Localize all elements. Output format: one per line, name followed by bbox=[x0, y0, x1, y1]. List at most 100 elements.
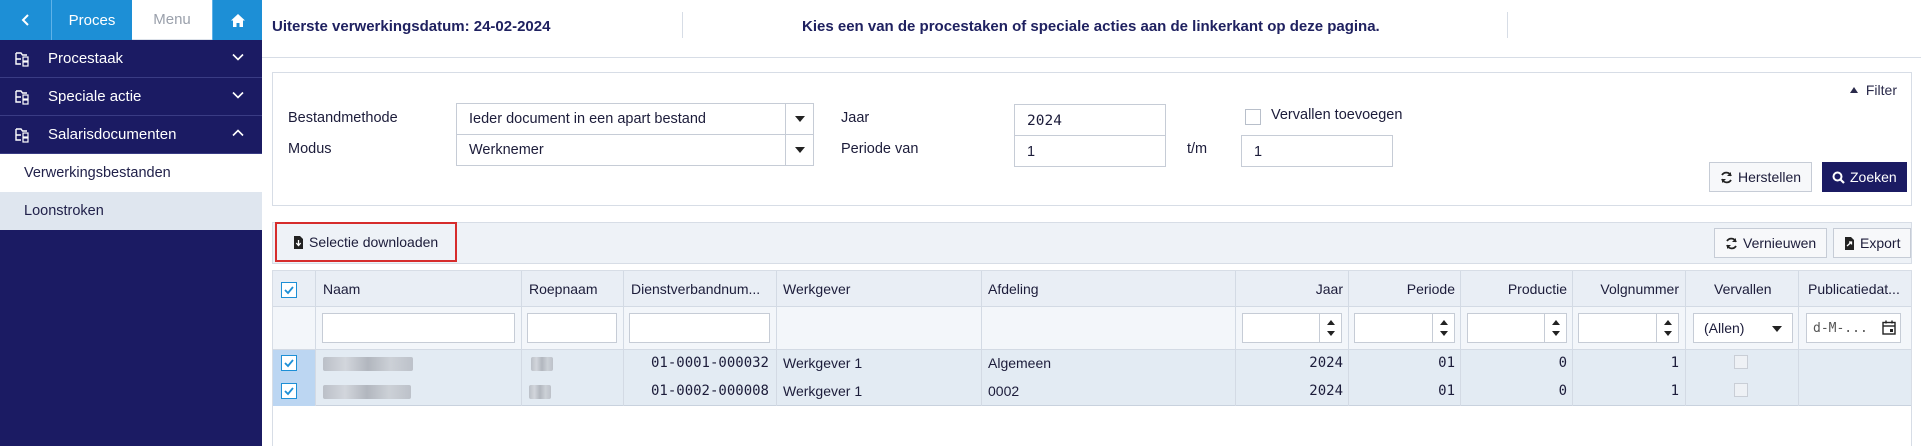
processing-deadline: Uiterste verwerkingsdatum: 24-02-2024 bbox=[272, 18, 551, 35]
periode-van-input[interactable]: 1 bbox=[1014, 135, 1166, 167]
bestandmethode-label: Bestandmethode bbox=[288, 110, 398, 126]
tm-label: t/m bbox=[1187, 141, 1208, 157]
cell-dienstverband: 01-0002-000008 bbox=[650, 383, 769, 399]
row-checkbox[interactable] bbox=[281, 383, 297, 399]
dienstverbandnummer-filter-input[interactable] bbox=[629, 313, 770, 343]
page-header: Uiterste verwerkingsdatum: 24-02-2024 Ki… bbox=[262, 0, 1921, 58]
folder-tree-icon bbox=[15, 51, 29, 67]
select-all-checkbox[interactable] bbox=[281, 282, 297, 298]
column-header-vervallen[interactable]: Vervallen bbox=[1714, 281, 1772, 297]
vervallen-label: Vervallen toevoegen bbox=[1271, 107, 1403, 123]
column-divider bbox=[776, 271, 777, 406]
cell-productie: 0 bbox=[1558, 355, 1567, 371]
column-header-publicatiedatum[interactable]: Publicatiedat... bbox=[1808, 281, 1900, 297]
dropdown-arrow-icon bbox=[1772, 326, 1782, 332]
chevron-down-icon bbox=[232, 91, 244, 99]
column-header-naam[interactable]: Naam bbox=[323, 281, 360, 297]
loonstroken-grid: Naam Roepnaam Dienstverbandnum... Werkge… bbox=[272, 270, 1912, 446]
periode-filter-input[interactable] bbox=[1354, 313, 1455, 343]
sidebar-section-speciale-actie[interactable]: Speciale actie bbox=[0, 78, 262, 116]
roepnaam-filter-input[interactable] bbox=[527, 313, 617, 343]
sidebar-top-nav: Proces Menu bbox=[0, 0, 262, 40]
back-button[interactable] bbox=[0, 0, 52, 40]
publicatiedatum-filter-input[interactable]: d-M-... bbox=[1806, 313, 1901, 343]
zoeken-label: Zoeken bbox=[1850, 169, 1897, 185]
column-divider bbox=[1460, 271, 1461, 406]
grid-toolbar: Selectie downloaden Vernieuwen Export bbox=[272, 222, 1912, 264]
cell-afdeling: 0002 bbox=[988, 383, 1020, 399]
column-header-werkgever[interactable]: Werkgever bbox=[783, 281, 850, 297]
column-divider bbox=[1348, 271, 1349, 406]
sidebar-section-label: Speciale actie bbox=[48, 88, 142, 105]
spinner-icon[interactable] bbox=[1432, 314, 1454, 342]
cell-volgnummer: 1 bbox=[1670, 355, 1679, 371]
column-divider bbox=[981, 271, 982, 406]
cell-jaar: 2024 bbox=[1309, 355, 1343, 371]
table-row[interactable]: 01-0001-000032 Werkgever 1 Algemeen 2024… bbox=[273, 350, 1911, 378]
cell-vervallen-checkbox bbox=[1734, 355, 1748, 369]
column-header-periode[interactable]: Periode bbox=[1373, 281, 1455, 297]
filter-panel: Filter Bestandmethode Ieder document in … bbox=[272, 72, 1912, 206]
folder-tree-icon bbox=[15, 127, 29, 143]
tab-menu[interactable]: Menu bbox=[132, 0, 212, 40]
cell-periode: 01 bbox=[1438, 355, 1455, 371]
column-header-productie[interactable]: Productie bbox=[1473, 281, 1567, 297]
spinner-icon[interactable] bbox=[1319, 314, 1341, 342]
home-button[interactable] bbox=[212, 0, 262, 40]
chevron-up-icon bbox=[232, 129, 244, 137]
vervallen-checkbox[interactable] bbox=[1245, 109, 1261, 125]
sidebar-item-loonstroken[interactable]: Loonstroken bbox=[0, 192, 262, 230]
redacted-roepnaam bbox=[531, 357, 553, 371]
cell-jaar: 2024 bbox=[1309, 383, 1343, 399]
export-button[interactable]: Export bbox=[1833, 228, 1912, 258]
sidebar-section-label: Salarisdocumenten bbox=[48, 126, 177, 143]
volgnummer-filter-input[interactable] bbox=[1578, 313, 1679, 343]
vernieuwen-button[interactable]: Vernieuwen bbox=[1714, 228, 1828, 258]
sidebar-section-procestaak[interactable]: Procestaak bbox=[0, 40, 262, 78]
selectie-downloaden-label: Selectie downloaden bbox=[309, 234, 439, 250]
column-header-roepnaam[interactable]: Roepnaam bbox=[529, 281, 598, 297]
naam-filter-input[interactable] bbox=[322, 313, 515, 343]
jaar-filter-input[interactable] bbox=[1242, 313, 1342, 343]
calendar-icon[interactable] bbox=[1882, 320, 1896, 335]
productie-filter-input[interactable] bbox=[1467, 313, 1567, 343]
row-checkbox[interactable] bbox=[281, 355, 297, 371]
bestandmethode-select[interactable]: Ieder document in een apart bestand bbox=[456, 103, 814, 135]
modus-label: Modus bbox=[288, 141, 332, 157]
column-header-afdeling[interactable]: Afdeling bbox=[988, 281, 1039, 297]
column-header-volgnummer[interactable]: Volgnummer bbox=[1573, 281, 1679, 297]
refresh-icon bbox=[1721, 171, 1732, 183]
caret-up-icon bbox=[1849, 87, 1858, 93]
grid-header-row: Naam Roepnaam Dienstverbandnum... Werkge… bbox=[273, 271, 1911, 307]
grid-filter-row: (Allen) d-M-... bbox=[273, 307, 1911, 350]
column-header-dienstverbandnummer[interactable]: Dienstverbandnum... bbox=[631, 281, 760, 297]
modus-value: Werknemer bbox=[469, 142, 544, 158]
column-header-jaar[interactable]: Jaar bbox=[1273, 281, 1343, 297]
table-row[interactable]: 01-0002-000008 Werkgever 1 0002 2024 01 … bbox=[273, 378, 1911, 406]
redacted-naam bbox=[323, 385, 411, 399]
filter-toggle[interactable]: Filter bbox=[1849, 82, 1897, 98]
periode-van-label: Periode van bbox=[841, 141, 919, 157]
zoeken-button[interactable]: Zoeken bbox=[1822, 162, 1907, 192]
vervallen-filter-value: (Allen) bbox=[1704, 320, 1745, 336]
grid-rows: 01-0001-000032 Werkgever 1 Algemeen 2024… bbox=[273, 350, 1911, 406]
jaar-input[interactable]: 2024 bbox=[1014, 104, 1166, 136]
folder-tree-icon bbox=[15, 89, 29, 105]
cell-afdeling: Algemeen bbox=[988, 355, 1052, 371]
sidebar-section-salarisdocumenten[interactable]: Salarisdocumenten bbox=[0, 116, 262, 154]
sidebar-item-verwerkingsbestanden[interactable]: Verwerkingsbestanden bbox=[0, 154, 262, 192]
herstellen-button[interactable]: Herstellen bbox=[1709, 162, 1813, 192]
selectie-downloaden-button[interactable]: Selectie downloaden bbox=[275, 222, 457, 262]
vervallen-filter-select[interactable]: (Allen) bbox=[1693, 313, 1793, 343]
date-placeholder: d-M-... bbox=[1813, 321, 1868, 336]
periode-tm-input[interactable]: 1 bbox=[1241, 135, 1393, 167]
modus-select[interactable]: Werknemer bbox=[456, 134, 814, 166]
cell-productie: 0 bbox=[1558, 383, 1567, 399]
cell-volgnummer: 1 bbox=[1670, 383, 1679, 399]
file-export-icon bbox=[1845, 236, 1854, 250]
herstellen-label: Herstellen bbox=[1738, 169, 1802, 185]
redacted-roepnaam bbox=[529, 385, 551, 399]
tab-proces[interactable]: Proces bbox=[52, 0, 132, 40]
spinner-icon[interactable] bbox=[1656, 314, 1678, 342]
spinner-icon[interactable] bbox=[1544, 314, 1566, 342]
